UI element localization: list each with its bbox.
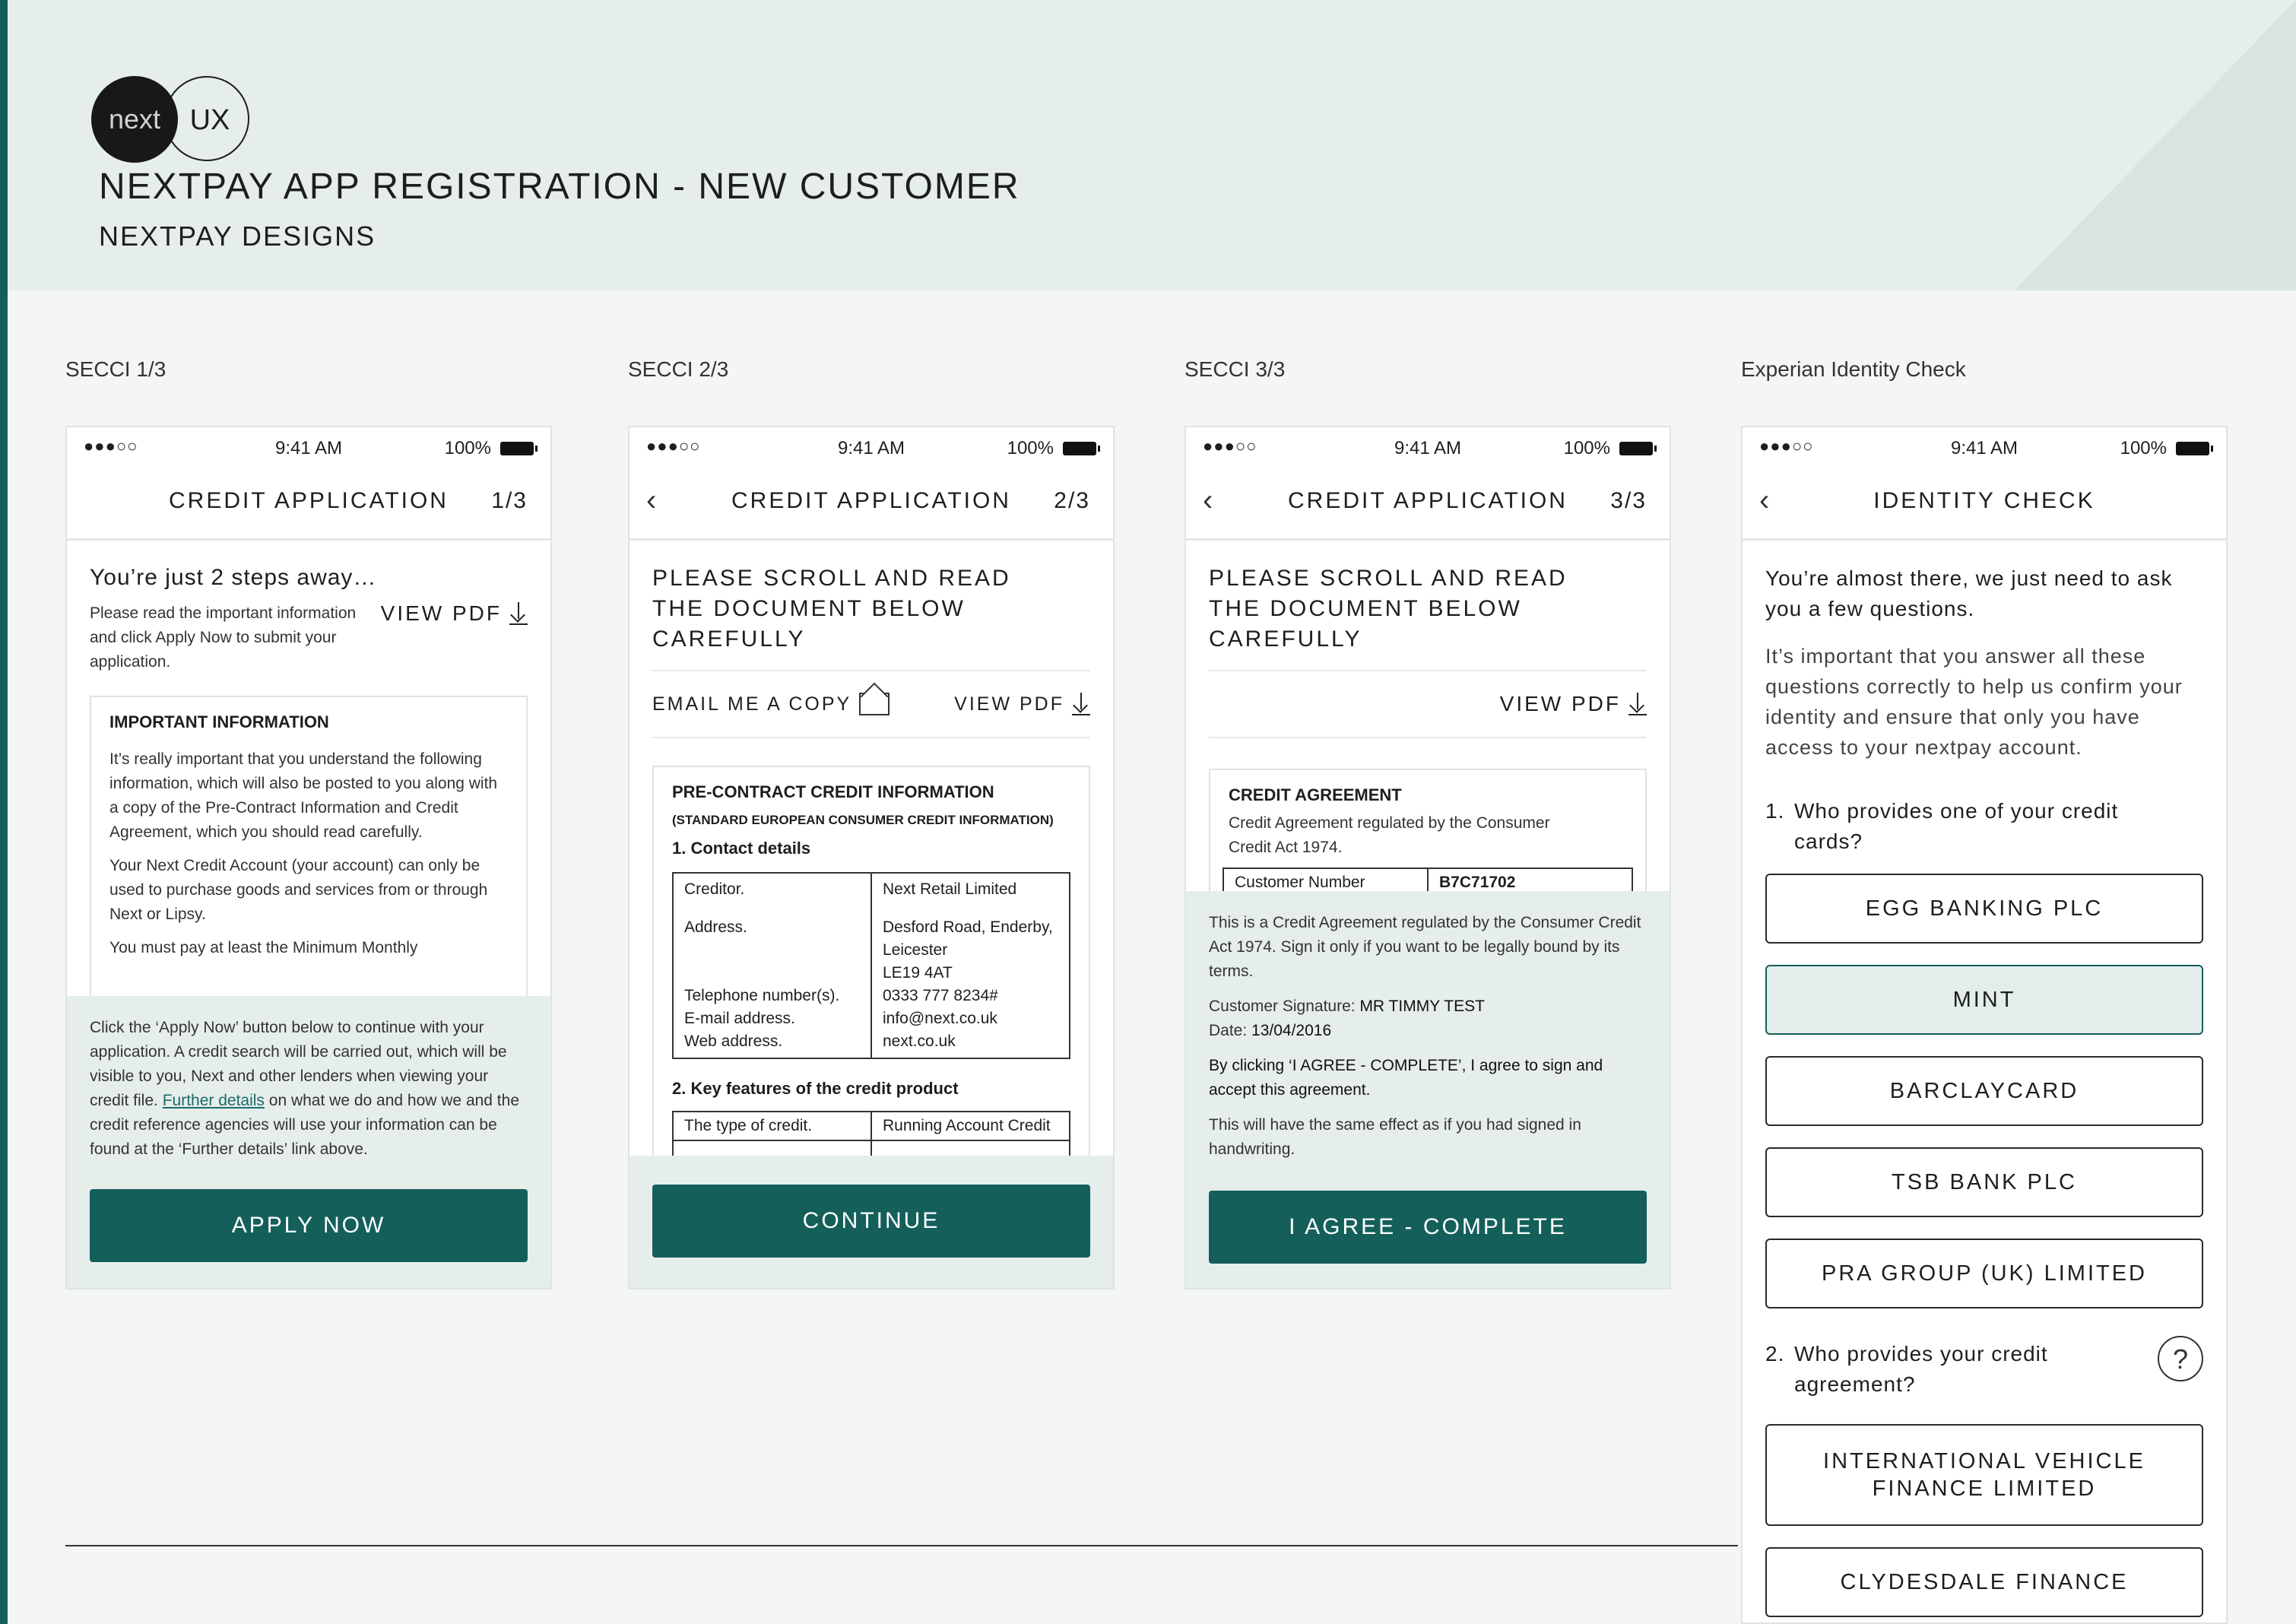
page-title: NEXTPAY APP REGISTRATION - NEW CUSTOMER (99, 167, 1020, 207)
view-pdf-label: VIEW PDF (1499, 692, 1621, 715)
battery-icon (2176, 442, 2213, 455)
screen-label-secci-3: SECCI 3/3 (1184, 357, 1286, 381)
document-title: PRE-CONTRACT CREDIT INFORMATION (672, 782, 994, 801)
question-2: 2. Who provides your credit agreement? (1765, 1342, 2048, 1396)
option-international-vehicle-finance[interactable]: INTERNATIONAL VEHICLE FINANCE LIMITED (1765, 1424, 2203, 1526)
option-tsb-bank[interactable]: TSB BANK PLC (1765, 1147, 2203, 1217)
nextux-logo: UX next (91, 76, 258, 164)
view-pdf-label: VIEW PDF (954, 693, 1064, 715)
download-icon (1628, 693, 1647, 715)
agreement-text: This will have the same effect as if you… (1209, 1116, 1581, 1158)
battery-icon (1619, 442, 1657, 455)
nav-bar: CREDIT APPLICATION 1/3 (67, 467, 550, 541)
phone-secci-1: ●●●○○ 9:41 AM 100% CREDIT APPLICATION 1/… (65, 426, 552, 1289)
battery-percent: 100% (1563, 438, 1610, 458)
phone-secci-3: ●●●○○ 9:41 AM 100% ‹ CREDIT APPLICATION … (1184, 426, 1671, 1289)
document-paragraph: You must pay at least the Minimum Monthl… (109, 939, 418, 956)
nav-bar: ‹ IDENTITY CHECK (1743, 467, 2226, 541)
document-paragraph: Credit Agreement regulated by the Consum… (1229, 814, 1550, 856)
screen-heading: You’re just 2 steps away… (90, 565, 377, 590)
section-heading: 2. Key features of the credit product (672, 1079, 959, 1098)
battery-percent: 100% (2120, 438, 2167, 458)
view-pdf-label: VIEW PDF (380, 601, 502, 625)
option-pra-group[interactable]: PRA GROUP (UK) LIMITED (1765, 1239, 2203, 1308)
intro-text: Please read the important information an… (90, 604, 357, 671)
question-1: 1. Who provides one of your credit cards… (1765, 799, 2119, 853)
signature-line: Customer Signature: MR TIMMY TEST (1209, 998, 1485, 1015)
option-mint[interactable]: MINT (1765, 965, 2203, 1035)
download-icon (1072, 693, 1090, 715)
screen-label-identity: Experian Identity Check (1741, 357, 1966, 381)
step-indicator: 3/3 (1610, 488, 1647, 513)
document-title: IMPORTANT INFORMATION (109, 712, 329, 731)
phone-secci-2: ●●●○○ 9:41 AM 100% ‹ CREDIT APPLICATION … (628, 426, 1115, 1289)
apply-now-button[interactable]: APPLY NOW (90, 1189, 528, 1262)
option-clydesdale-finance[interactable]: CLYDESDALE FINANCE (1765, 1547, 2203, 1617)
contact-values: Next Retail Limited Desford Road, Enderb… (871, 872, 1070, 1059)
view-pdf-link[interactable]: VIEW PDF (381, 597, 528, 630)
envelope-icon (859, 693, 890, 715)
bottom-panel: Click the ‘Apply Now’ button below to co… (67, 996, 550, 1288)
view-pdf-link[interactable]: VIEW PDF (954, 693, 1090, 715)
nav-title: CREDIT APPLICATION (731, 488, 1011, 513)
nav-bar: ‹ CREDIT APPLICATION 2/3 (629, 467, 1113, 541)
status-bar: ●●●○○ 9:41 AM 100% (67, 427, 550, 467)
contact-details-table: Creditor. Address. Telephone number(s). … (672, 872, 1070, 1059)
accent-bar (0, 0, 8, 1624)
page-header: UX next NEXTPAY APP REGISTRATION - NEW C… (8, 0, 2296, 290)
option-barclaycard[interactable]: BARCLAYCARD (1765, 1056, 2203, 1126)
section-heading: 1. Contact details (672, 839, 811, 858)
nav-bar: ‹ CREDIT APPLICATION 3/3 (1186, 467, 1670, 541)
document-box[interactable]: PRE-CONTRACT CREDIT INFORMATION (STANDAR… (652, 766, 1090, 1191)
step-indicator: 2/3 (1054, 488, 1090, 513)
intro-text: It’s important that you answer all these… (1765, 645, 2183, 759)
email-copy-button[interactable]: EMAIL ME A COPY (652, 693, 890, 715)
further-details-link[interactable]: Further details (163, 1092, 265, 1109)
battery-percent: 100% (444, 438, 491, 458)
screen-heading: PLEASE SCROLL AND READ THE DOCUMENT BELO… (652, 566, 1011, 652)
document-paragraph: Your Next Credit Account (your account) … (109, 857, 488, 923)
battery-icon (1063, 442, 1100, 455)
download-icon (509, 602, 528, 625)
view-pdf-link[interactable]: VIEW PDF (1500, 692, 1647, 716)
email-copy-label: EMAIL ME A COPY (652, 693, 852, 715)
nav-title: CREDIT APPLICATION (169, 488, 449, 513)
option-egg-banking[interactable]: EGG BANKING PLC (1765, 874, 2203, 944)
agreement-text: By clicking ‘I AGREE - COMPLETE’, I agre… (1209, 1057, 1603, 1099)
disclaimer-text: Click the ‘Apply Now’ button below to co… (90, 1019, 520, 1158)
bottom-panel: CONTINUE (629, 1156, 1113, 1288)
status-bar: ●●●○○ 9:41 AM 100% (629, 427, 1113, 467)
page-divider (65, 1545, 1738, 1546)
help-icon[interactable]: ? (2158, 1336, 2203, 1381)
document-title: CREDIT AGREEMENT (1229, 785, 1402, 804)
screen-heading: PLEASE SCROLL AND READ THE DOCUMENT BELO… (1209, 566, 1568, 652)
logo-next: next (91, 76, 178, 163)
status-bar: ●●●○○ 9:41 AM 100% (1743, 427, 2226, 467)
battery-icon (500, 442, 538, 455)
bottom-panel: This is a Credit Agreement regulated by … (1186, 891, 1670, 1288)
step-indicator: 1/3 (491, 488, 528, 513)
screen-label-secci-2: SECCI 2/3 (628, 357, 729, 381)
question-1-options: EGG BANKING PLC MINT BARCLAYCARD TSB BAN… (1765, 874, 2203, 1308)
question-2-options: INTERNATIONAL VEHICLE FINANCE LIMITED CL… (1765, 1424, 2203, 1617)
phone-identity-check: ●●●○○ 9:41 AM 100% ‹ IDENTITY CHECK You’… (1741, 426, 2228, 1624)
agree-complete-button[interactable]: I AGREE - COMPLETE (1209, 1191, 1647, 1264)
nav-title: IDENTITY CHECK (1873, 488, 2095, 513)
document-paragraph: It’s really important that you understan… (109, 750, 498, 841)
page-subtitle: NEXTPAY DESIGNS (99, 220, 376, 252)
nav-title: CREDIT APPLICATION (1288, 488, 1568, 513)
screen-heading: You’re almost there, we just need to ask… (1765, 566, 2173, 620)
document-subtitle: (STANDARD EUROPEAN CONSUMER CREDIT INFOR… (672, 813, 1054, 827)
status-bar: ●●●○○ 9:41 AM 100% (1186, 427, 1670, 467)
document-box[interactable]: IMPORTANT INFORMATION It’s really import… (90, 696, 528, 1015)
contact-labels: Creditor. Address. Telephone number(s). … (672, 872, 872, 1059)
battery-percent: 100% (1007, 438, 1054, 458)
agreement-text: This is a Credit Agreement regulated by … (1209, 914, 1641, 980)
date-line: Date: 13/04/2016 (1209, 1022, 1332, 1039)
header-decoration (2015, 0, 2296, 290)
continue-button[interactable]: CONTINUE (652, 1185, 1090, 1258)
screen-label-secci-1: SECCI 1/3 (65, 357, 166, 381)
